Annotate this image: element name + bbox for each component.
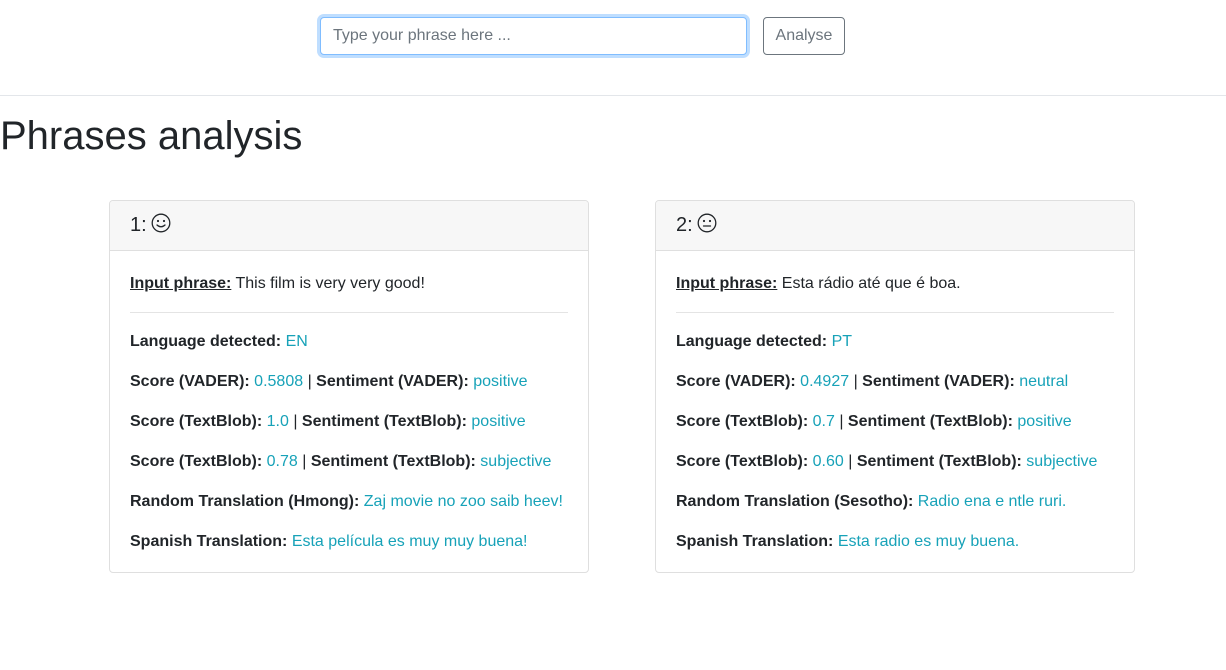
input-phrase-value: Esta rádio até que é boa.: [781, 275, 961, 292]
smiley-face-icon: [151, 213, 171, 232]
phrase-input[interactable]: [320, 17, 747, 55]
random-translation-label: Random Translation (Hmong):: [130, 493, 360, 510]
textblob-score-value: 0.60: [812, 453, 844, 470]
neutral-face-icon: [697, 213, 717, 232]
card-header: 1:: [110, 201, 588, 251]
textblob-sentiment-label: Sentiment (TextBlob):: [847, 413, 1013, 430]
textblob-sentiment-label: Sentiment (TextBlob):: [310, 453, 476, 470]
card-body: Input phrase: Esta rádio até que é boa. …: [656, 251, 1134, 554]
random-translation-value: Radio ena e ntle ruri.: [917, 493, 1067, 510]
vader-score-value: 0.4927: [800, 373, 850, 390]
separator: |: [302, 453, 307, 470]
textblob-subjectivity-row: Score (TextBlob): 0.78 | Sentiment (Text…: [130, 450, 568, 474]
vader-sentiment-value: neutral: [1019, 373, 1069, 390]
textblob-sentiment-value: positive: [1017, 413, 1072, 430]
textblob-sentiment-value: positive: [471, 413, 526, 430]
separator: |: [839, 413, 844, 430]
vader-sentiment-value: positive: [473, 373, 528, 390]
language-label: Language detected:: [130, 333, 282, 350]
random-translation-value: Zaj movie no zoo saib heev!: [363, 493, 563, 510]
textblob-score-label: Score (TextBlob):: [676, 453, 809, 470]
random-translation-row: Random Translation (Sesotho): Radio ena …: [676, 490, 1114, 514]
spanish-translation-label: Spanish Translation:: [130, 533, 288, 550]
textblob-sentiment-label: Sentiment (TextBlob):: [301, 413, 467, 430]
textblob-sentiment-value: subjective: [1026, 453, 1098, 470]
textblob-score-value: 0.78: [266, 453, 298, 470]
textblob-score-label: Score (TextBlob):: [130, 413, 263, 430]
vader-score-value: 0.5808: [254, 373, 304, 390]
spanish-translation-value: Esta radio es muy buena.: [837, 533, 1020, 550]
language-row: Language detected: EN: [130, 330, 568, 354]
separator: |: [853, 373, 858, 390]
separator: |: [848, 453, 853, 470]
top-bar: Analyse: [0, 0, 1226, 96]
divider: [130, 312, 568, 313]
textblob-score-value: 0.7: [812, 413, 835, 430]
vader-score-label: Score (VADER):: [676, 373, 796, 390]
input-phrase-value: This film is very very good!: [235, 275, 425, 292]
spanish-translation-label: Spanish Translation:: [676, 533, 834, 550]
vader-sentiment-label: Sentiment (VADER):: [316, 373, 469, 390]
spanish-translation-row: Spanish Translation: Esta película es mu…: [130, 530, 568, 554]
textblob-score-label: Score (TextBlob):: [676, 413, 809, 430]
vader-row: Score (VADER): 0.4927 | Sentiment (VADER…: [676, 370, 1114, 394]
language-row: Language detected: PT: [676, 330, 1114, 354]
analyse-button[interactable]: Analyse: [763, 17, 845, 55]
input-phrase-row: Input phrase: Esta rádio até que é boa.: [676, 271, 1114, 296]
separator: |: [293, 413, 298, 430]
language-value: PT: [831, 333, 853, 350]
textblob-polarity-row: Score (TextBlob): 1.0 | Sentiment (TextB…: [130, 410, 568, 434]
vader-row: Score (VADER): 0.5808 | Sentiment (VADER…: [130, 370, 568, 394]
textblob-polarity-row: Score (TextBlob): 0.7 | Sentiment (TextB…: [676, 410, 1114, 434]
spanish-translation-row: Spanish Translation: Esta radio es muy b…: [676, 530, 1114, 554]
input-phrase-row: Input phrase: This film is very very goo…: [130, 271, 568, 296]
vader-sentiment-label: Sentiment (VADER):: [862, 373, 1015, 390]
textblob-score-value: 1.0: [266, 413, 289, 430]
textblob-sentiment-label: Sentiment (TextBlob):: [856, 453, 1022, 470]
language-label: Language detected:: [676, 333, 828, 350]
page-title: Phrases analysis: [0, 114, 303, 158]
language-value: EN: [285, 333, 308, 350]
random-translation-row: Random Translation (Hmong): Zaj movie no…: [130, 490, 568, 514]
card-header: 2:: [656, 201, 1134, 251]
input-phrase-label: Input phrase:: [130, 275, 232, 292]
card-number: 2:: [676, 214, 693, 236]
vader-score-label: Score (VADER):: [130, 373, 250, 390]
card-number: 1:: [130, 214, 147, 236]
textblob-sentiment-value: subjective: [480, 453, 552, 470]
card-body: Input phrase: This film is very very goo…: [110, 251, 588, 554]
input-phrase-label: Input phrase:: [676, 275, 778, 292]
textblob-score-label: Score (TextBlob):: [130, 453, 263, 470]
separator: |: [307, 373, 312, 390]
phrase-card-2: 2: Input phrase: Esta rádio até que é bo…: [655, 200, 1135, 573]
spanish-translation-value: Esta película es muy muy buena!: [291, 533, 528, 550]
textblob-subjectivity-row: Score (TextBlob): 0.60 | Sentiment (Text…: [676, 450, 1114, 474]
random-translation-label: Random Translation (Sesotho):: [676, 493, 914, 510]
divider: [676, 312, 1114, 313]
phrase-card-1: 1: Input phrase: This film is very very …: [109, 200, 589, 573]
